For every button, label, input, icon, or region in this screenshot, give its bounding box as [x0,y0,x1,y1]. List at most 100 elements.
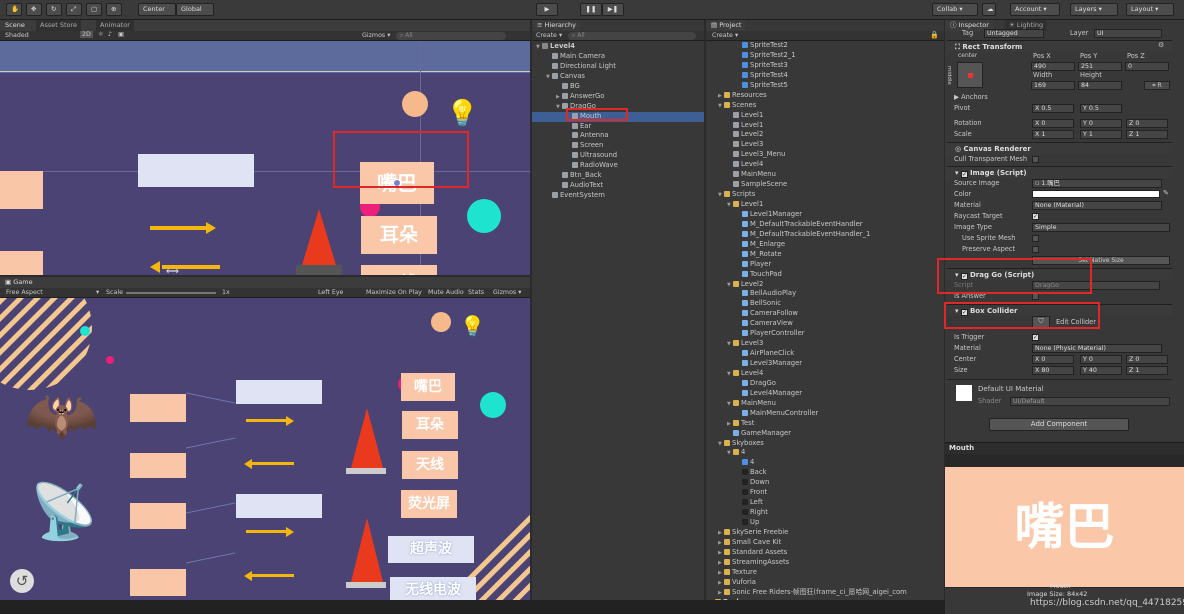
project-item[interactable]: ▶ Sonic Free Riders-帧图狂(frame_ci_愿哈网_aige… [706,588,944,598]
project-item[interactable]: ▼ Scripts [706,190,944,200]
hierarchy-search-input[interactable]: ⌕ All [568,32,696,40]
canvas-renderer-header[interactable]: ◎ Canvas Renderer [947,142,1172,154]
scale-tool-button[interactable]: ⤢ [66,3,82,16]
project-item[interactable]: M_DefaultTrackableEventHandler_1 [706,230,944,240]
source-image-field[interactable]: ▫ 1.嘴巴 [1032,179,1162,188]
maximize-on-play-toggle[interactable]: Maximize On Play [366,289,422,296]
rotation-x-field[interactable]: X 0 [1032,119,1074,128]
preserve-aspect-checkbox[interactable] [1032,246,1039,253]
project-item[interactable]: AirPlaneClick [706,349,944,359]
project-item[interactable]: ▶ Resources [706,91,944,101]
hierarchy-item[interactable]: Directional Light [532,62,704,72]
eyedropper-icon[interactable]: ✎ [1163,189,1169,197]
project-item[interactable]: Level4Manager [706,389,944,399]
center-x-field[interactable]: X 0 [1032,355,1074,364]
tab-scene[interactable]: Scene [1,20,29,31]
project-item[interactable]: ▶ Test [706,419,944,429]
project-item[interactable]: Level3 [706,140,944,150]
cull-transparent-checkbox[interactable] [1032,156,1039,163]
hierarchy-item[interactable]: BG [532,82,704,92]
project-item[interactable]: SpriteTest3 [706,61,944,71]
project-item[interactable]: Down [706,478,944,488]
project-item[interactable]: CameraView [706,319,944,329]
hierarchy-item[interactable]: Ear [532,122,704,132]
aspect-dropdown[interactable]: Free Aspect [6,289,43,296]
project-item[interactable]: MainMenuController [706,409,944,419]
game-screen-button[interactable]: 荧光屏 [401,490,457,518]
height-field[interactable]: 84 [1078,81,1122,90]
project-item[interactable]: Player [706,260,944,270]
pause-button[interactable]: ❚❚ [580,3,602,16]
project-item[interactable]: BellAudioPlay [706,289,944,299]
blueprint-raw-toggle[interactable]: ⌗ R [1144,81,1170,90]
posz-field[interactable]: 0 [1125,62,1169,71]
component-settings-icon[interactable]: ⚙ [1158,41,1164,49]
project-item[interactable]: Level1 [706,111,944,121]
hierarchy-create-dropdown[interactable]: Create ▾ [536,32,562,39]
project-item[interactable]: SpriteTest2 [706,41,944,51]
game-gizmos-dropdown[interactable]: Gizmos ▾ [493,289,521,296]
project-item[interactable]: SpriteTest2_1 [706,51,944,61]
tab-project[interactable]: ▤ Project [707,20,746,31]
project-item[interactable]: Front [706,488,944,498]
rotate-tool-button[interactable]: ↻ [46,3,62,16]
hierarchy-item[interactable]: Main Camera [532,52,704,62]
transform-tool-button[interactable]: ⊕ [106,3,122,16]
project-item[interactable]: MainMenu [706,170,944,180]
rect-tool-button[interactable]: ▢ [86,3,102,16]
project-item[interactable]: GameManager [706,429,944,439]
project-item[interactable]: SpriteTest4 [706,71,944,81]
tab-animator[interactable]: Animator [96,20,134,31]
project-item[interactable]: Level4 [706,160,944,170]
stats-toggle[interactable]: Stats [468,289,484,296]
project-item[interactable]: Level2 [706,130,944,140]
hierarchy-item[interactable]: Ultrasound [532,151,704,161]
project-item[interactable]: ▶ Vuforia [706,578,944,588]
project-item[interactable]: Left [706,498,944,508]
tab-game[interactable]: ▣ Game [1,277,37,288]
hierarchy-item[interactable]: Antenna [532,131,704,141]
project-item[interactable]: Right [706,508,944,518]
size-z-field[interactable]: Z 1 [1126,366,1168,375]
hierarchy-item[interactable]: Screen [532,141,704,151]
project-item[interactable]: ▼ Skyboxes [706,439,944,449]
project-item[interactable]: Level1Manager [706,210,944,220]
cloud-icon[interactable]: ☁ [982,3,996,16]
project-item[interactable]: M_DefaultTrackableEventHandler [706,220,944,230]
color-swatch[interactable] [1032,190,1160,198]
layers-dropdown[interactable]: Layers ▾ [1070,3,1118,16]
scale-x-field[interactable]: X 1 [1032,130,1074,139]
scene-ear-button[interactable]: 耳朵 [361,216,437,254]
project-item[interactable]: ▼ 4 [706,448,944,458]
image-type-dropdown[interactable]: Simple [1032,223,1170,232]
pivot-x-field[interactable]: X 0.5 [1032,104,1074,113]
physic-material-field[interactable]: None (Physic Material) [1032,344,1162,353]
project-item[interactable]: CameraFollow [706,309,944,319]
size-y-field[interactable]: Y 40 [1080,366,1122,375]
width-field[interactable]: 169 [1031,81,1075,90]
project-item[interactable]: SpriteTest5 [706,81,944,91]
add-component-button[interactable]: Add Component [989,418,1129,431]
game-mouth-button[interactable]: 嘴巴 [401,373,455,401]
game-antenna-button[interactable]: 天线 [402,451,458,479]
global-local-button[interactable]: Global [176,3,214,16]
rotation-y-field[interactable]: Y 0 [1080,119,1122,128]
hierarchy-item[interactable]: RadioWave [532,161,704,171]
hierarchy-item[interactable]: ▼ Level4 [532,42,704,52]
project-item[interactable]: Level1 [706,121,944,131]
project-item[interactable]: ▼ Level4 [706,369,944,379]
project-item[interactable]: ▶ SkySerie Freebie [706,528,944,538]
hierarchy-item[interactable]: AudioText [532,181,704,191]
project-item[interactable]: 4 [706,458,944,468]
layer-dropdown[interactable]: UI [1094,29,1162,38]
project-item[interactable]: M_Enlarge [706,240,944,250]
move-tool-button[interactable]: ✥ [26,3,42,16]
project-item[interactable]: PlayerController [706,329,944,339]
account-dropdown[interactable]: Account ▾ [1010,3,1060,16]
project-item[interactable]: M_Rotate [706,250,944,260]
layout-dropdown[interactable]: Layout ▾ [1126,3,1174,16]
center-y-field[interactable]: Y 0 [1080,355,1122,364]
hand-tool-button[interactable]: ✋ [6,3,22,16]
center-z-field[interactable]: Z 0 [1126,355,1168,364]
material-field[interactable]: None (Material) [1032,201,1162,210]
